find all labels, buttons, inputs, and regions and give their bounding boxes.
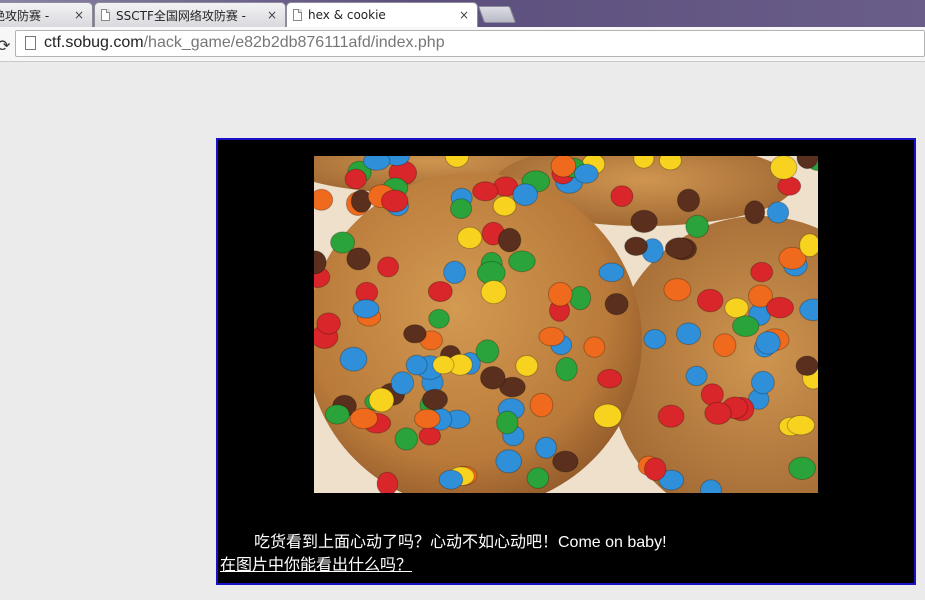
url-text[interactable]: ctf.sobug.com/hack_game/e82b2db876111afd…	[44, 34, 445, 52]
hint-link[interactable]: 在图片中你能看出什么吗？	[220, 551, 412, 575]
page-icon	[25, 36, 36, 50]
tab-3-close-icon[interactable]: ×	[457, 8, 471, 22]
tab-2-title: SSCTF全国网络攻防赛 -	[116, 8, 246, 23]
browser-toolbar: ⟳ ctf.sobug.com/hack_game/e82b2db876111a…	[0, 27, 925, 62]
tab-1-title: 绝攻防赛 -	[0, 8, 50, 23]
tab-2-close-icon[interactable]: ×	[265, 8, 279, 22]
address-bar[interactable]: ctf.sobug.com/hack_game/e82b2db876111afd…	[15, 30, 925, 57]
new-tab-button[interactable]	[477, 6, 517, 23]
tab-2[interactable]: SSCTF全国网络攻防赛 - ×	[94, 2, 286, 27]
tab-strip: 绝攻防赛 - × SSCTF全国网络攻防赛 - × hex & cookie ×	[0, 0, 925, 27]
cookie-image	[314, 156, 818, 493]
cookie-photo-icon	[314, 156, 818, 493]
tab-3-page-icon	[293, 9, 302, 21]
tab-1[interactable]: 绝攻防赛 - ×	[0, 2, 93, 27]
url-path: /hack_game/e82b2db876111afd/index.php	[143, 34, 445, 51]
content-panel: 吃货看到上面心动了吗？心动不如心动吧！Come on baby! 在图片中你能看…	[216, 138, 916, 585]
tab-3-title: hex & cookie	[308, 8, 386, 22]
reload-icon[interactable]: ⟳	[0, 36, 10, 55]
tab-2-page-icon	[101, 9, 110, 21]
cookie-caption: 吃货看到上面心动了吗？心动不如心动吧！Come on baby!	[254, 534, 667, 551]
tab-1-close-icon[interactable]: ×	[72, 8, 86, 22]
url-host: ctf.sobug.com	[44, 34, 144, 51]
tab-3-active[interactable]: hex & cookie ×	[286, 2, 478, 27]
